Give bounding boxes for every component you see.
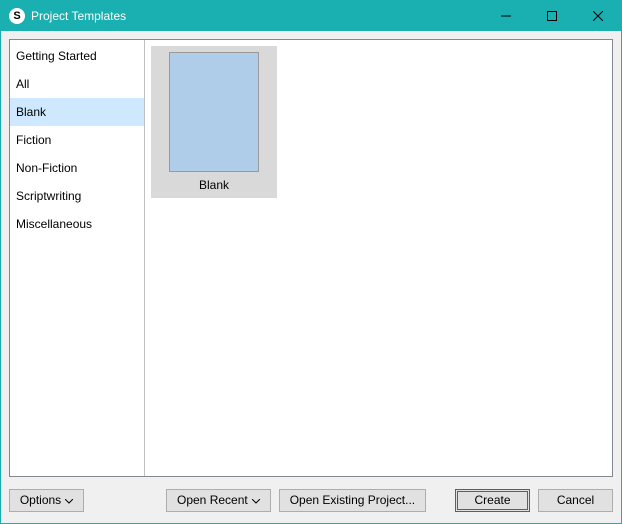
app-icon-letter: S xyxy=(13,10,20,22)
template-label: Blank xyxy=(157,178,271,192)
sidebar-item-fiction[interactable]: Fiction xyxy=(10,126,144,154)
template-item-blank[interactable]: Blank xyxy=(151,46,277,198)
sidebar-item-label: Miscellaneous xyxy=(16,217,92,231)
sidebar-item-all[interactable]: All xyxy=(10,70,144,98)
sidebar-item-label: Non-Fiction xyxy=(16,161,77,175)
cancel-label: Cancel xyxy=(557,493,594,507)
create-button[interactable]: Create xyxy=(455,489,530,512)
options-button[interactable]: Options xyxy=(9,489,84,512)
sidebar-item-non-fiction[interactable]: Non-Fiction xyxy=(10,154,144,182)
sidebar: Getting Started All Blank Fiction Non-Fi… xyxy=(10,40,145,476)
sidebar-item-label: Getting Started xyxy=(16,49,97,63)
minimize-icon xyxy=(501,11,511,21)
maximize-button[interactable] xyxy=(529,1,575,31)
sidebar-item-scriptwriting[interactable]: Scriptwriting xyxy=(10,182,144,210)
chevron-down-icon xyxy=(252,493,260,507)
template-gallery: Blank xyxy=(145,40,612,476)
client-area: Getting Started All Blank Fiction Non-Fi… xyxy=(1,31,621,523)
sidebar-item-miscellaneous[interactable]: Miscellaneous xyxy=(10,210,144,238)
sidebar-item-getting-started[interactable]: Getting Started xyxy=(10,42,144,70)
open-existing-label: Open Existing Project... xyxy=(290,493,415,507)
cancel-button[interactable]: Cancel xyxy=(538,489,613,512)
open-recent-button[interactable]: Open Recent xyxy=(166,489,271,512)
sidebar-item-blank[interactable]: Blank xyxy=(10,98,144,126)
sidebar-item-label: Scriptwriting xyxy=(16,189,81,203)
button-bar: Options Open Recent Open Existing Projec… xyxy=(9,485,613,515)
sidebar-item-label: Blank xyxy=(16,105,46,119)
titlebar[interactable]: S Project Templates xyxy=(1,1,621,31)
create-label: Create xyxy=(474,493,510,507)
template-thumb xyxy=(169,52,259,172)
close-button[interactable] xyxy=(575,1,621,31)
main-panel: Getting Started All Blank Fiction Non-Fi… xyxy=(9,39,613,477)
open-recent-label: Open Recent xyxy=(177,493,248,507)
window: S Project Templates Getting Started xyxy=(0,0,622,524)
minimize-button[interactable] xyxy=(483,1,529,31)
chevron-down-icon xyxy=(65,493,73,507)
window-title: Project Templates xyxy=(31,9,126,23)
open-existing-project-button[interactable]: Open Existing Project... xyxy=(279,489,426,512)
sidebar-item-label: All xyxy=(16,77,29,91)
app-icon: S xyxy=(9,8,25,24)
close-icon xyxy=(593,11,603,21)
sidebar-item-label: Fiction xyxy=(16,133,51,147)
options-label: Options xyxy=(20,493,61,507)
maximize-icon xyxy=(547,11,557,21)
